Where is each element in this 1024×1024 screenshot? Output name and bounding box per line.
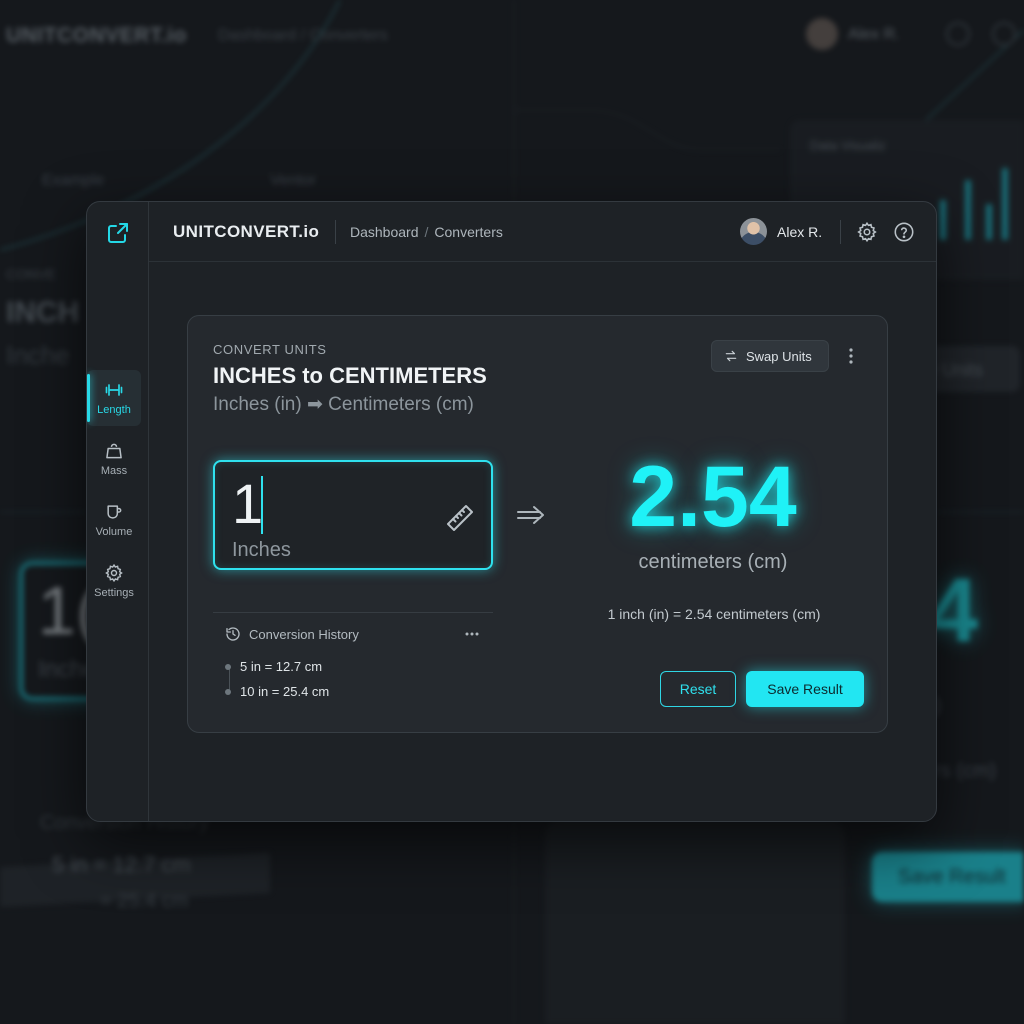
avatar[interactable] [740,218,767,245]
background-tab-ventor: Ventor [270,172,317,189]
background-avatar [806,18,838,50]
history-item-text: 10 in = 25.4 cm [240,684,330,699]
swap-arrows-icon [725,350,737,362]
background-subtitle: Inche [6,340,70,370]
value-input[interactable]: 1 Inches [213,460,493,570]
sidebar-item-settings[interactable]: Settings [87,553,141,609]
swap-units-button[interactable]: Swap Units [711,340,829,372]
help-icon[interactable] [893,221,915,243]
breadcrumb: Dashboard / Converters [350,224,503,240]
user-name[interactable]: Alex R. [777,224,822,240]
swap-units-label: Swap Units [746,348,812,364]
conversion-formula: 1 inch (in) = 2.54 centimeters (cm) [607,606,821,622]
breadcrumb-converters[interactable]: Converters [434,224,502,240]
cup-icon [107,505,122,519]
card-title: INCHES to CENTIMETERS [213,363,487,388]
history-header: Conversion History [225,626,359,642]
sidebar: Length Mass Volume Settings [87,202,149,821]
history-icon [226,627,240,641]
sidebar-item-label: Volume [95,526,133,538]
input-value[interactable]: 1 [232,476,263,532]
input-unit-label: Inches [232,539,291,561]
background-overline: CONVE [6,266,56,282]
background-help-icon [992,22,1016,46]
weight-bag-icon [106,443,122,459]
card-subtitle: Inches (in) ➡ Centimeters (cm) [213,394,474,415]
background-bar [1002,168,1008,240]
more-vertical-icon[interactable] [843,346,859,366]
header-divider [840,220,841,244]
card-overline: CONVERT UNITS [213,342,327,357]
convert-arrow-icon [517,506,544,524]
more-horizontal-icon[interactable] [464,626,480,642]
background-bar [986,204,992,240]
sidebar-item-label: Length [97,404,131,416]
app-window: Length Mass Volume Settings UNITCONVERT.… [86,201,937,822]
save-result-button[interactable]: Save Result [746,671,864,707]
sidebar-item-label: Mass [100,465,128,477]
result-value: 2.54 [629,449,797,545]
background-settings-icon [946,22,970,46]
background-chair [545,820,845,1024]
result-unit-label: centimeters (cm) [638,551,788,573]
background-bar [965,180,971,240]
sidebar-item-volume[interactable]: Volume [87,492,141,548]
background-panel-title: Data Visualiz [810,138,886,153]
history-title: Conversion History [249,626,359,642]
history-divider [213,612,493,613]
app-header: UNITCONVERT.io Dashboard / Converters Alex… [149,202,936,262]
breadcrumb-dashboard[interactable]: Dashboard [350,224,419,240]
open-external-icon[interactable] [106,221,130,245]
text-caret [261,476,263,534]
brand-name[interactable]: UNITCONVERT.io [173,222,319,242]
history-item[interactable]: 5 in = 12.7 cm [225,659,323,674]
background-title: INCH [6,296,80,329]
history-dot [225,664,231,670]
gear-icon [105,563,123,583]
background-formula: rs (cm) [934,760,997,782]
breadcrumb-separator: / [424,224,429,240]
ruler-icon [447,505,473,531]
reset-button[interactable]: Reset [660,671,736,707]
sidebar-item-length[interactable]: Length [87,370,141,426]
dumbbell-icon [105,384,123,396]
background-history-item: = 25.4 cm [100,890,189,912]
background-tab-example: Example [42,172,105,189]
header-divider [335,220,336,244]
converter-card: CONVERT UNITS INCHES to CENTIMETERS Inch… [187,315,888,733]
history-dot [225,689,231,695]
sidebar-item-label: Settings [94,587,134,599]
background-save-label: Save Result [898,866,1006,888]
background-bar [940,200,946,240]
settings-icon[interactable] [856,221,878,243]
background-history-item: 5 in = 12.7 cm [52,852,191,877]
sidebar-item-mass[interactable]: Mass [87,431,141,487]
background-brand: UNITCONVERT.io [6,24,187,47]
history-item[interactable]: 10 in = 25.4 cm [225,684,330,699]
history-item-text: 5 in = 12.7 cm [240,659,323,674]
background-breadcrumb: Dashboard / Converters [218,27,388,44]
background-user-name: Alex R. [848,26,900,43]
background-header: UNITCONVERT.io Dashboard / Converters Al… [0,0,1024,70]
